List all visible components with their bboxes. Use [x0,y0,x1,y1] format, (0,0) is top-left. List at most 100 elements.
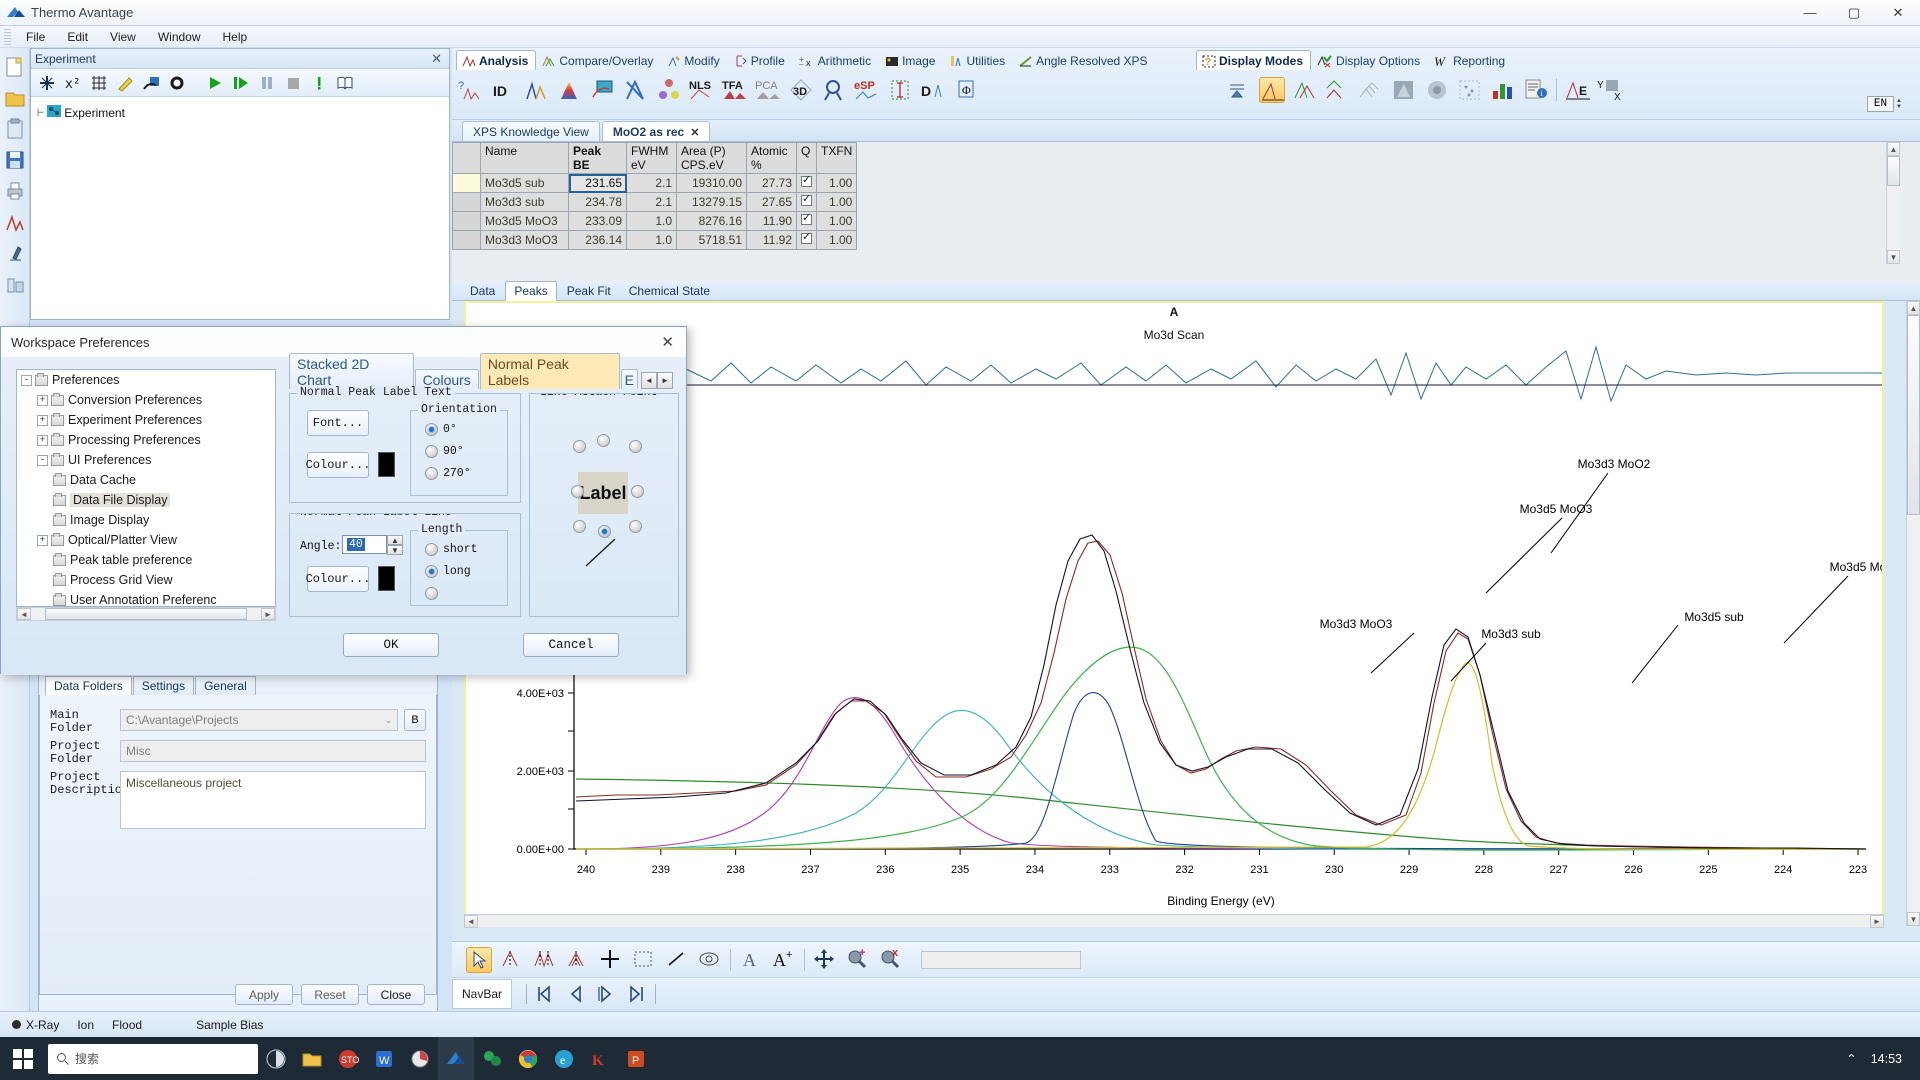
peak-id-icon[interactable]: ? [458,77,484,103]
tab-peak-fit[interactable]: Peak Fit [559,282,619,300]
chart-peak-icon[interactable] [4,211,26,233]
radio-attach-mid-left[interactable] [571,485,584,498]
radio-attach-top-center[interactable] [597,434,610,447]
first-icon[interactable] [535,983,557,1005]
scrollbar-thumb[interactable] [1907,315,1920,515]
tab-scroll-right-icon[interactable]: ► [657,372,673,389]
cell-txfn[interactable]: 1.00 [815,192,858,212]
chevron-down-icon[interactable]: ⌄ [384,715,392,726]
print-icon[interactable] [4,180,26,202]
multi-peak-icon[interactable] [532,947,558,973]
last-icon[interactable] [625,983,647,1005]
radio-orientation-90[interactable]: 90° [425,445,464,458]
single-spectrum-icon[interactable] [1259,77,1285,103]
report-icon[interactable]: i [1523,77,1549,103]
main-folder-combo[interactable]: C:\Avantage\Projects ⌄ [120,709,398,731]
next-icon[interactable] [595,983,617,1005]
project-description-value[interactable]: Miscellaneous project [120,771,426,830]
table-row[interactable]: Mo3d5 MoO3 233.09 1.0 8276.16 11.90 1.00 [452,211,858,231]
scroll-left-icon[interactable]: ◄ [17,608,31,620]
clipboard-icon[interactable] [4,118,26,140]
close-icon[interactable]: ✕ [690,126,699,139]
scroll-right-icon[interactable]: ► [261,608,275,620]
cell-q[interactable] [796,211,817,231]
ribbon-tab-utilities[interactable]: Utilities [943,50,1013,70]
clock-time[interactable]: 14:53 [1871,1052,1902,1066]
checkbox-checked-icon[interactable] [801,192,812,206]
crosshair-icon[interactable] [598,947,624,973]
peak-fit-icon[interactable] [565,947,591,973]
angle-spinner[interactable]: ▲ ▼ [387,535,403,555]
waterfall-icon[interactable] [1358,77,1384,103]
ribbon-tab-display-options[interactable]: Display Options [1311,50,1428,70]
angle-input[interactable]: 40 [342,535,387,554]
expander-icon[interactable]: + [37,394,48,406]
cell-txfn[interactable]: 1.00 [815,230,858,250]
scrollbar-thumb[interactable] [1887,156,1900,186]
spinner-down-icon[interactable]: ▼ [387,545,403,555]
cell-fwhm[interactable]: 2.1 [626,192,677,212]
project-folder-value[interactable]: Misc [120,740,426,763]
col-head-atomic[interactable]: Atomic % [746,142,797,174]
tree-item-preferences[interactable]: - Preferences [17,370,275,390]
col-head-peak-be[interactable]: Peak BE [568,142,627,174]
powerpoint-icon[interactable]: P [618,1037,654,1080]
radio-length-short[interactable]: short [425,543,478,556]
menu-item-help[interactable]: Help [212,28,259,46]
tree-item-optical-platter-view[interactable]: + Optical/Platter View [17,530,275,550]
cell-atomic[interactable]: 27.65 [746,192,797,212]
scrollbar-thumb[interactable] [45,608,247,620]
quant-icon[interactable] [887,77,913,103]
cell-name[interactable]: Mo3d5 sub [480,173,569,193]
cell-name[interactable]: Mo3d3 sub [480,192,569,212]
close-icon[interactable]: ✕ [431,51,445,67]
status-flood[interactable]: Flood [108,1018,156,1032]
stop-icon[interactable] [283,73,303,93]
zoom-out-icon[interactable]: x [878,947,904,973]
meeting-icon[interactable] [474,1037,510,1080]
prev-icon[interactable] [565,983,587,1005]
radio-orientation-0[interactable]: 0° [425,423,457,436]
stacked-icon[interactable] [1325,77,1351,103]
scatter-icon[interactable]: x² [63,73,83,93]
cell-name[interactable]: Mo3d3 MoO3 [480,230,569,250]
expander-icon[interactable]: + [37,414,48,426]
nls-icon[interactable]: NLS [689,77,715,103]
map-icon[interactable] [1391,77,1417,103]
sphere-icon[interactable] [1424,77,1450,103]
expander-icon[interactable]: + [37,434,48,446]
row-selector[interactable] [452,230,481,250]
tree-item-conversion-preferences[interactable]: + Conversion Preferences [17,390,275,410]
tab-data-folders[interactable]: Data Folders [45,676,132,695]
text-add-icon[interactable]: A + [771,947,797,973]
doc-tab-xps-knowledge-view[interactable]: XPS Knowledge View [462,121,600,141]
d-derivative-icon[interactable]: D [920,77,946,103]
apply-button[interactable]: Apply [235,984,293,1005]
tab-data[interactable]: Data [462,282,503,300]
new-icon[interactable] [37,73,57,93]
minimize-button[interactable]: — [1788,0,1832,26]
cell-area[interactable]: 5718.51 [676,230,747,250]
col-head-area[interactable]: Area (P) CPS.eV [676,142,747,174]
ribbon-tab-angle-resolved-xps[interactable]: Angle Resolved XPS [1013,50,1155,70]
ribbon-tab-analysis[interactable]: Analysis [456,50,537,70]
cell-fwhm[interactable]: 1.0 [626,230,677,250]
radio-icon[interactable] [425,467,438,480]
expander-icon[interactable]: - [37,454,48,466]
status-sample-bias[interactable]: Sample Bias [156,1018,277,1032]
eye-icon[interactable] [697,947,723,973]
tab-chemical-state[interactable]: Chemical State [621,282,718,300]
radio-attach-bottom-center[interactable] [598,525,611,538]
dialog-tab-e[interactable]: E [620,369,638,389]
cell-name[interactable]: Mo3d5 MoO3 [480,211,569,231]
scroll-up-icon[interactable]: ▲ [1887,142,1900,156]
tree-item-peak-table-preference[interactable]: Peak table preference [17,550,275,570]
run-all-icon[interactable] [231,73,251,93]
menu-item-window[interactable]: Window [147,28,212,46]
radio-icon[interactable] [425,543,438,556]
tab-scroll-left-icon[interactable]: ◄ [641,372,657,389]
row-selector[interactable] [452,173,481,193]
nls-peak-icon[interactable] [524,77,550,103]
kingsoft-icon[interactable]: K [582,1037,618,1080]
cell-atomic[interactable]: 11.92 [746,230,797,250]
